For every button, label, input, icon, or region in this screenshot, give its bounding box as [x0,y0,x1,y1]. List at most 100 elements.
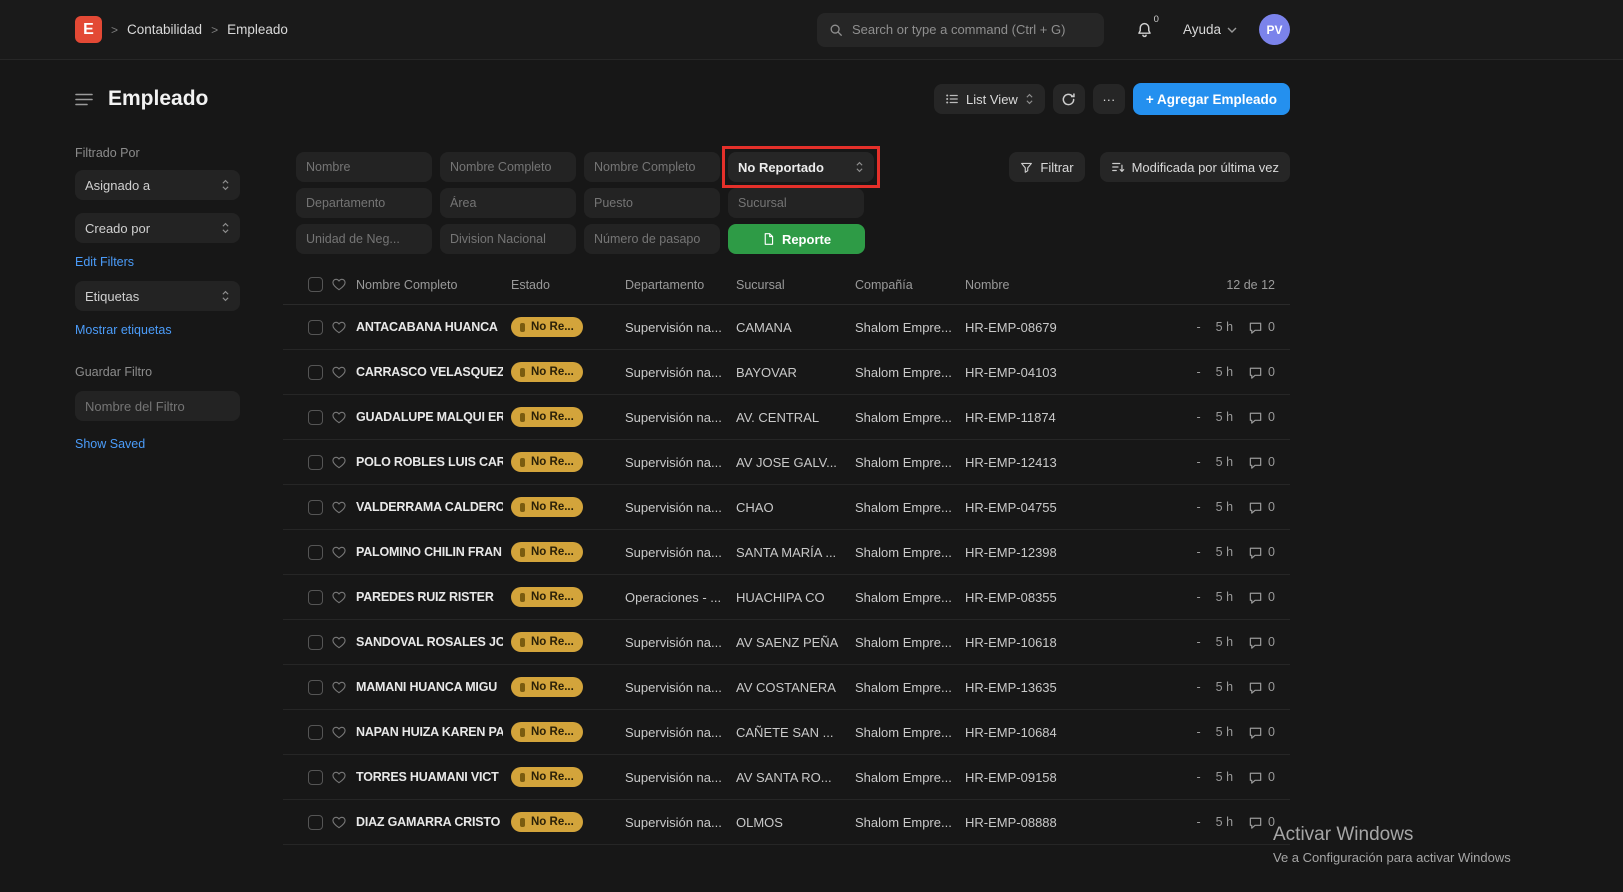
filter-button[interactable]: Filtrar [1009,152,1084,182]
show-tags-link[interactable]: Mostrar etiquetas [75,323,240,337]
employee-name[interactable]: NAPAN HUIZA KAREN PA [356,725,503,739]
like-icon[interactable] [332,636,348,649]
employee-id[interactable]: HR-EMP-08679 [965,320,1105,335]
sucursal-filter-input[interactable] [728,188,864,218]
table-row[interactable]: NAPAN HUIZA KAREN PA No Re... Supervisió… [283,710,1290,755]
like-icon[interactable] [332,321,348,334]
employee-name[interactable]: DIAZ GAMARRA CRISTO [356,815,503,829]
sidebar-toggle-icon[interactable] [75,93,93,106]
unidad-negocio-filter-input[interactable] [296,224,432,254]
like-icon[interactable] [332,681,348,694]
row-checkbox[interactable] [308,635,323,650]
show-saved-link[interactable]: Show Saved [75,437,240,451]
like-icon[interactable] [332,816,348,829]
employee-id[interactable]: HR-EMP-08355 [965,590,1105,605]
like-icon[interactable] [332,591,348,604]
table-row[interactable]: POLO ROBLES LUIS CAR No Re... Supervisió… [283,440,1290,485]
table-row[interactable]: SANDOVAL ROSALES JO No Re... Supervisión… [283,620,1290,665]
nombre-filter-input[interactable] [296,152,432,182]
row-checkbox[interactable] [308,725,323,740]
select-all-checkbox[interactable] [308,277,323,292]
table-row[interactable]: CARRASCO VELASQUEZ No Re... Supervisión … [283,350,1290,395]
table-row[interactable]: ANTACABANA HUANCA No Re... Supervisión n… [283,305,1290,350]
user-avatar[interactable]: PV [1259,14,1290,45]
header-company[interactable]: Compañía [855,278,957,292]
employee-id[interactable]: HR-EMP-13635 [965,680,1105,695]
employee-id[interactable]: HR-EMP-04755 [965,500,1105,515]
employee-id[interactable]: HR-EMP-10684 [965,725,1105,740]
row-checkbox[interactable] [308,500,323,515]
more-options-button[interactable]: ··· [1093,84,1125,114]
row-checkbox[interactable] [308,545,323,560]
comment-count[interactable]: 0 [1248,815,1275,830]
row-checkbox[interactable] [308,590,323,605]
employee-id[interactable]: HR-EMP-11874 [965,410,1105,425]
like-icon[interactable] [332,771,348,784]
table-row[interactable]: PAREDES RUIZ RISTER No Re... Operaciones… [283,575,1290,620]
employee-id[interactable]: HR-EMP-10618 [965,635,1105,650]
row-checkbox[interactable] [308,410,323,425]
header-status[interactable]: Estado [511,278,617,292]
row-checkbox[interactable] [308,320,323,335]
comment-count[interactable]: 0 [1248,320,1275,335]
like-icon[interactable] [332,411,348,424]
area-filter-input[interactable] [440,188,576,218]
like-icon[interactable] [332,726,348,739]
employee-name[interactable]: MAMANI HUANCA MIGU [356,680,503,694]
like-filter-icon[interactable] [332,278,348,291]
created-by-dropdown[interactable]: Creado por [75,213,240,243]
header-name[interactable]: Nombre [965,278,1105,292]
comment-count[interactable]: 0 [1248,455,1275,470]
employee-id[interactable]: HR-EMP-08888 [965,815,1105,830]
employee-name[interactable]: CARRASCO VELASQUEZ [356,365,503,379]
report-button[interactable]: Reporte [728,224,865,254]
header-branch[interactable]: Sucursal [736,278,847,292]
comment-count[interactable]: 0 [1248,680,1275,695]
comment-count[interactable]: 0 [1248,410,1275,425]
refresh-button[interactable] [1053,84,1085,114]
comment-count[interactable]: 0 [1248,725,1275,740]
table-row[interactable]: GUADALUPE MALQUI ER No Re... Supervisión… [283,395,1290,440]
breadcrumb-empleado[interactable]: Empleado [227,22,288,37]
nombre-completo-filter-input[interactable] [440,152,576,182]
row-checkbox[interactable] [308,680,323,695]
employee-name[interactable]: SANDOVAL ROSALES JO [356,635,503,649]
row-checkbox[interactable] [308,770,323,785]
table-row[interactable]: DIAZ GAMARRA CRISTO No Re... Supervisión… [283,800,1290,845]
like-icon[interactable] [332,366,348,379]
like-icon[interactable] [332,456,348,469]
employee-name[interactable]: ANTACABANA HUANCA [356,320,503,334]
edit-filters-link[interactable]: Edit Filters [75,255,240,269]
comment-count[interactable]: 0 [1248,365,1275,380]
filter-name-input[interactable] [75,391,240,421]
nombre-completo2-filter-input[interactable] [584,152,720,182]
tags-dropdown[interactable]: Etiquetas [75,281,240,311]
add-employee-button[interactable]: + Agregar Empleado [1133,83,1290,115]
notifications-button[interactable]: 0 [1136,21,1153,39]
row-checkbox[interactable] [308,815,323,830]
help-menu[interactable]: Ayuda [1183,22,1237,37]
table-row[interactable]: VALDERRAMA CALDERO No Re... Supervisión … [283,485,1290,530]
employee-id[interactable]: HR-EMP-12413 [965,455,1105,470]
breadcrumb-contabilidad[interactable]: Contabilidad [127,22,202,37]
table-row[interactable]: TORRES HUAMANI VICT No Re... Supervisión… [283,755,1290,800]
employee-name[interactable]: PAREDES RUIZ RISTER [356,590,503,604]
employee-name[interactable]: POLO ROBLES LUIS CAR [356,455,503,469]
table-row[interactable]: MAMANI HUANCA MIGU No Re... Supervisión … [283,665,1290,710]
puesto-filter-input[interactable] [584,188,720,218]
row-checkbox[interactable] [308,455,323,470]
comment-count[interactable]: 0 [1248,500,1275,515]
sort-button[interactable]: Modificada por última vez [1100,152,1290,182]
employee-name[interactable]: PALOMINO CHILIN FRAN [356,545,503,559]
row-checkbox[interactable] [308,365,323,380]
employee-name[interactable]: GUADALUPE MALQUI ER [356,410,503,424]
header-department[interactable]: Departamento [625,278,728,292]
assigned-to-dropdown[interactable]: Asignado a [75,170,240,200]
employee-name[interactable]: VALDERRAMA CALDERO [356,500,503,514]
comment-count[interactable]: 0 [1248,635,1275,650]
employee-id[interactable]: HR-EMP-09158 [965,770,1105,785]
employee-id[interactable]: HR-EMP-12398 [965,545,1105,560]
employee-id[interactable]: HR-EMP-04103 [965,365,1105,380]
numero-pasaporte-filter-input[interactable] [584,224,720,254]
table-row[interactable]: PALOMINO CHILIN FRAN No Re... Supervisió… [283,530,1290,575]
